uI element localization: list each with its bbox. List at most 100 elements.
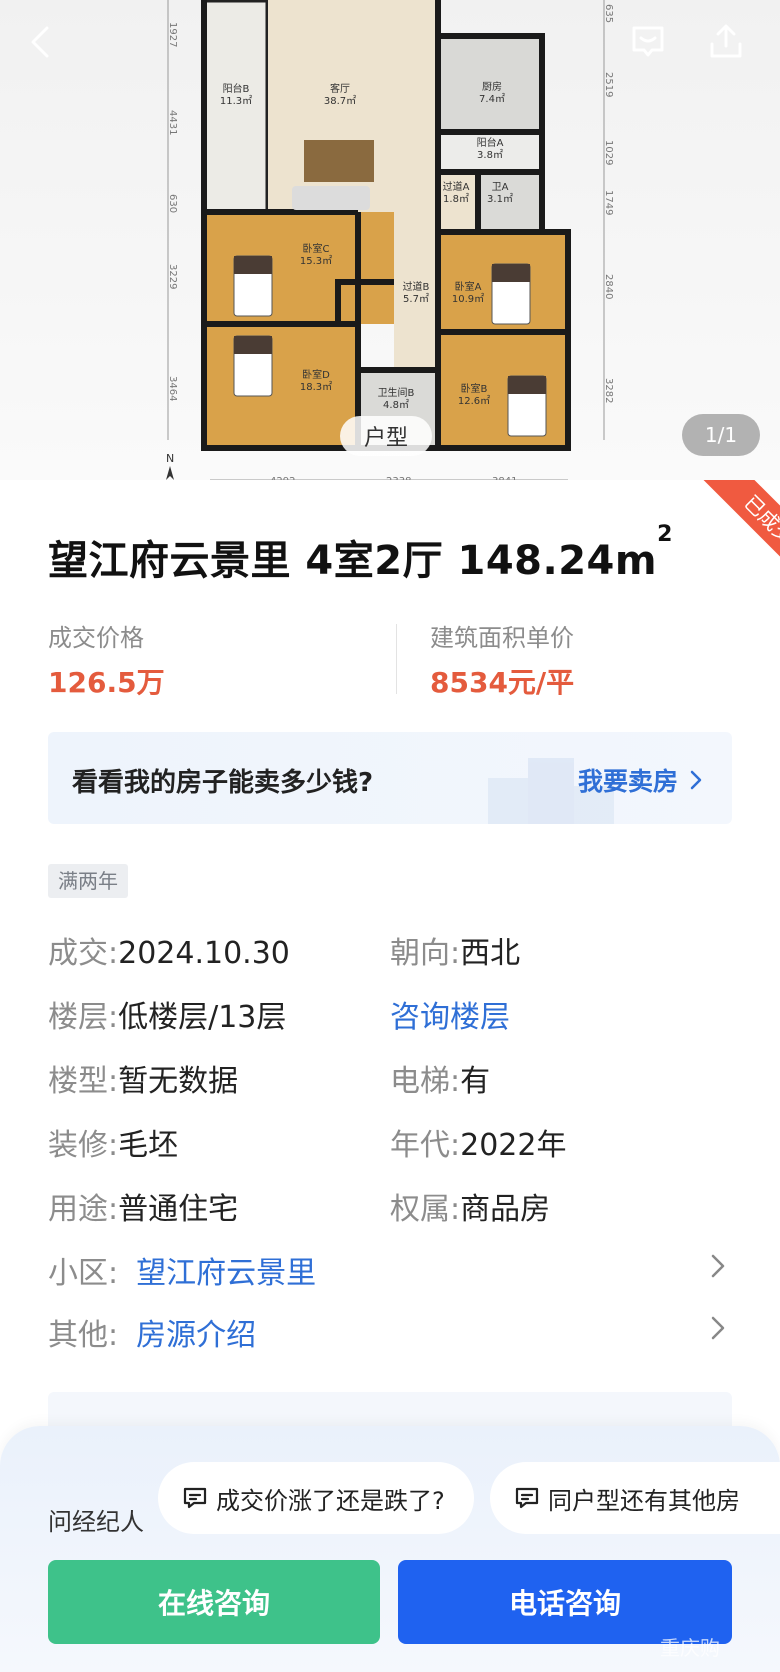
detail-key: 装修: xyxy=(48,1128,119,1163)
tag-full-two-years: 满两年 xyxy=(48,864,128,898)
dim-right: 2519 xyxy=(603,72,614,97)
detail-key: 电梯: xyxy=(390,1064,461,1099)
message-icon xyxy=(632,26,664,57)
room-name: 过道A xyxy=(443,180,470,193)
dim-right: 1029 xyxy=(603,140,614,165)
room-name: 卧室B xyxy=(461,382,488,395)
detail-row: 楼层:低楼层/13层 咨询楼层 xyxy=(48,992,732,1035)
room-area: 38.7㎡ xyxy=(324,95,356,107)
room-area: 10.9㎡ xyxy=(452,293,484,305)
chevron-right-icon xyxy=(711,1316,725,1340)
ask-agent-label: 问经纪人 xyxy=(48,1508,144,1536)
room-area: 18.3㎡ xyxy=(300,381,332,393)
chevron-left-icon xyxy=(31,26,49,58)
watermark: 重庆购 xyxy=(660,1636,720,1660)
sell-house-link-label: 我要卖房 xyxy=(577,767,678,796)
detail-value: 毛坯 xyxy=(118,1128,179,1163)
detail-row: 成交:2024.10.30 朝向:西北 xyxy=(48,928,732,971)
unit-price-block: 建筑面积单价 8534元/平 xyxy=(430,618,574,701)
room-name: 卫A xyxy=(492,182,509,193)
chevron-right-icon xyxy=(690,770,702,790)
chip-label: 同户型还有其他房 xyxy=(548,1486,740,1515)
share-button[interactable] xyxy=(698,14,754,70)
dim-right: 3282 xyxy=(603,378,614,403)
north-label: N xyxy=(166,452,174,465)
back-button[interactable] xyxy=(14,14,70,70)
room-area: 3.1㎡ xyxy=(487,193,513,205)
image-counter: 1/1 xyxy=(682,414,760,456)
quick-question-chip[interactable]: 成交价涨了还是跌了? xyxy=(158,1462,474,1534)
detail-value: 2022年 xyxy=(460,1128,567,1163)
detail-value: 有 xyxy=(460,1064,491,1099)
detail-key: 年代: xyxy=(390,1128,461,1163)
listing-title-text: 望江府云景里 4室2厅 148.24m xyxy=(48,538,658,584)
detail-row: 楼型:暂无数据 电梯:有 xyxy=(48,1056,732,1099)
room-area: 3.8㎡ xyxy=(477,149,503,161)
sold-badge-label: 已成交 xyxy=(703,480,780,570)
dim-left: 630 xyxy=(167,194,178,213)
room-name: 过道B xyxy=(403,280,430,293)
detail-key: 朝向: xyxy=(390,936,461,971)
divider xyxy=(396,624,397,694)
detail-key: 成交: xyxy=(48,936,119,971)
room-name: 厨房 xyxy=(482,80,502,93)
floorplan-image: 1927 4431 630 3229 3464 635 2519 1029 17… xyxy=(166,0,614,480)
sell-house-banner[interactable]: 看看我的房子能卖多少钱? 我要卖房 xyxy=(48,732,732,824)
room-area: 11.3㎡ xyxy=(220,95,252,107)
dim-left: 4431 xyxy=(167,110,178,135)
unit-price-label: 建筑面积单价 xyxy=(430,624,574,652)
dim-bottom: 3841 xyxy=(492,476,517,480)
room-area: 4.8㎡ xyxy=(383,399,409,411)
detail-row: 装修:毛坯 年代:2022年 xyxy=(48,1120,732,1163)
dim-right: 1749 xyxy=(603,190,614,215)
floorplan-gallery[interactable]: 1927 4431 630 3229 3464 635 2519 1029 17… xyxy=(0,0,780,480)
room-name: 阳台B xyxy=(223,82,250,95)
room-area: 5.7㎡ xyxy=(403,293,429,305)
detail-key: 楼型: xyxy=(48,1064,119,1099)
room-name: 卧室D xyxy=(302,368,330,381)
detail-value: 低楼层/13层 xyxy=(118,1000,287,1035)
dim-bottom: 4292 xyxy=(270,476,295,480)
room-name: 卧室A xyxy=(455,280,482,293)
unit-price-value: 8534元/平 xyxy=(430,666,575,699)
listing-intro-link: 房源介绍 xyxy=(136,1318,257,1353)
floorplan-type-tag[interactable]: 户型 xyxy=(340,416,432,456)
quick-question-chip[interactable]: 同户型还有其他房 xyxy=(490,1462,780,1534)
other-row[interactable]: 其他: 房源介绍 xyxy=(48,1310,732,1353)
community-row[interactable]: 小区: 望江府云景里 xyxy=(48,1248,732,1291)
detail-key: 其他: xyxy=(48,1318,119,1353)
online-consult-button[interactable]: 在线咨询 xyxy=(48,1560,380,1644)
detail-value: 暂无数据 xyxy=(118,1064,239,1099)
detail-key: 楼层: xyxy=(48,1000,119,1035)
title-superscript: 2 xyxy=(657,522,673,547)
sold-badge: 已成交 xyxy=(690,480,780,570)
chevron-right-icon xyxy=(711,1254,725,1278)
consult-floor-link[interactable]: 咨询楼层 xyxy=(390,1000,510,1035)
chat-bubble-icon xyxy=(183,1487,207,1509)
dim-left: 1927 xyxy=(167,22,178,47)
detail-key: 用途: xyxy=(48,1192,119,1227)
message-button[interactable] xyxy=(620,14,676,70)
dim-left: 3464 xyxy=(167,376,178,401)
share-icon xyxy=(710,24,742,58)
dim-bottom: 2338 xyxy=(386,476,411,480)
room-area: 12.6㎡ xyxy=(458,395,490,407)
chat-bubble-icon xyxy=(515,1487,539,1509)
room-name: 卧室C xyxy=(303,242,330,255)
room-area: 7.4㎡ xyxy=(479,93,505,105)
room-name: 卫生间B xyxy=(378,386,415,399)
sell-house-link[interactable]: 我要卖房 xyxy=(578,762,706,798)
community-link: 望江府云景里 xyxy=(136,1256,317,1291)
detail-key: 小区: xyxy=(48,1256,119,1291)
room-name: 客厅 xyxy=(330,82,350,95)
room-area: 15.3㎡ xyxy=(300,255,332,267)
sell-question: 看看我的房子能卖多少钱? xyxy=(72,768,374,798)
deal-price-label: 成交价格 xyxy=(48,624,144,652)
listing-title: 望江府云景里 4室2厅 148.24m2 xyxy=(48,522,673,586)
dim-right: 635 xyxy=(603,4,614,23)
deal-price-block: 成交价格 126.5万 xyxy=(48,618,165,701)
dim-right: 2840 xyxy=(603,274,614,299)
dim-left: 3229 xyxy=(167,264,178,289)
detail-key: 权属: xyxy=(390,1192,461,1227)
room-name: 阳台A xyxy=(477,136,504,149)
